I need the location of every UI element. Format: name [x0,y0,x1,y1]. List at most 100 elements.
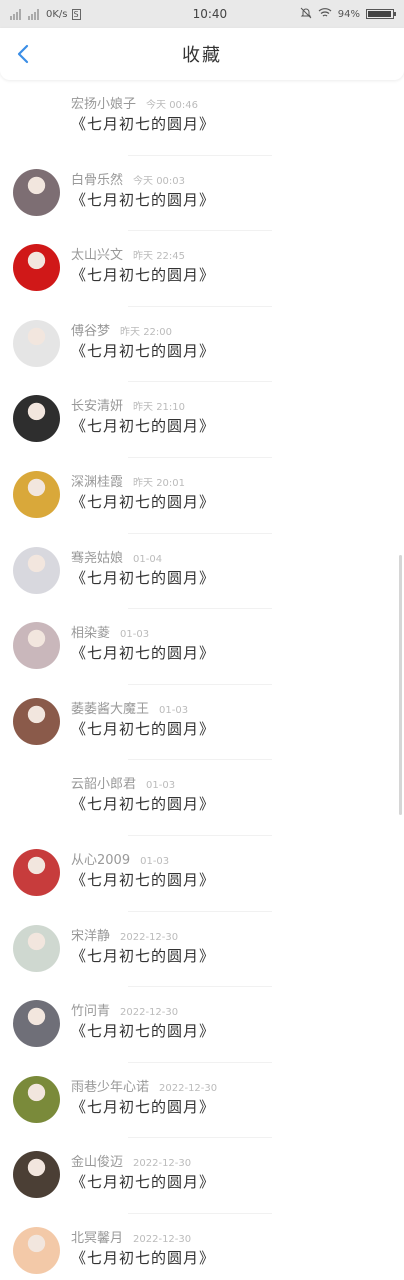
timestamp: 昨天 22:45 [133,251,186,263]
avatar[interactable] [13,93,60,140]
user-name[interactable]: 金山俊迈 [71,1155,123,1170]
timestamp: 2022-12-30 [133,1233,192,1245]
list-item[interactable]: 萎萎酱大魔王 01-03 《七月初七的圆月》 [0,685,404,761]
name-line: 宏扬小娘子 今天 00:46 [71,93,198,112]
page-title: 收藏 [182,45,222,66]
avatar[interactable] [13,773,60,820]
book-title[interactable]: 《七月初七的圆月》 [71,113,215,134]
name-line: 太山兴文 昨天 22:45 [71,244,185,263]
name-line: 白骨乐然 今天 00:03 [71,169,185,188]
list-item[interactable]: 云韶小郎君 01-03 《七月初七的圆月》 [0,760,404,836]
timestamp: 01-04 [133,553,163,565]
sim-badge: S [71,8,81,20]
book-title[interactable]: 《七月初七的圆月》 [71,1247,215,1268]
network-speed: 0K/s [46,8,68,20]
timestamp: 2022-12-30 [133,1158,192,1170]
avatar[interactable] [13,244,60,292]
user-name[interactable]: 雨巷少年心诺 [71,1080,149,1095]
status-right: 94% [300,7,396,22]
avatar[interactable] [13,319,60,367]
avatar[interactable] [13,395,60,443]
avatar[interactable] [13,1000,60,1048]
timestamp: 今天 00:46 [146,100,199,111]
user-name[interactable]: 宏扬小娘子 [71,97,136,112]
user-name[interactable]: 傅谷梦 [71,324,110,339]
book-title[interactable]: 《七月初七的圆月》 [71,1020,215,1041]
list-item[interactable]: 深渊桂霞 昨天 20:01 《七月初七的圆月》 [0,458,404,534]
book-title[interactable]: 《七月初七的圆月》 [71,642,215,663]
list-item[interactable]: 太山兴文 昨天 22:45 《七月初七的圆月》 [0,231,404,307]
book-title[interactable]: 《七月初七的圆月》 [71,340,215,361]
signal-icon-2 [28,8,39,20]
mute-icon [300,7,312,22]
timestamp: 01-03 [159,704,189,716]
book-title[interactable]: 《七月初七的圆月》 [71,945,215,966]
timestamp: 01-03 [146,780,176,792]
book-title[interactable]: 《七月初七的圆月》 [71,869,215,890]
book-title[interactable]: 《七月初七的圆月》 [71,415,215,436]
avatar[interactable] [13,168,60,216]
timestamp: 01-03 [140,855,170,867]
list-item[interactable]: 相染菱 01-03 《七月初七的圆月》 [0,609,404,685]
user-name[interactable]: 萎萎酱大魔王 [71,702,149,717]
avatar[interactable] [13,697,60,745]
name-line: 傅谷梦 昨天 22:00 [71,320,172,339]
name-line: 长安清妍 昨天 21:10 [71,395,185,414]
list-item[interactable]: 长安清妍 昨天 21:10 《七月初七的圆月》 [0,382,404,458]
timestamp: 2022-12-30 [120,931,179,943]
book-title[interactable]: 《七月初七的圆月》 [71,718,215,739]
list-item[interactable]: 宋洋静 2022-12-30 《七月初七的圆月》 [0,912,404,988]
user-name[interactable]: 北冥馨月 [71,1231,123,1246]
list-item[interactable]: 从心2009 01-03 《七月初七的圆月》 [0,836,404,912]
book-title[interactable]: 《七月初七的圆月》 [71,264,215,285]
avatar[interactable] [13,848,60,896]
avatar[interactable] [13,1226,60,1274]
user-name[interactable]: 从心2009 [71,853,130,868]
timestamp: 昨天 21:10 [133,402,186,414]
scrollbar[interactable] [399,555,402,815]
avatar[interactable] [13,470,60,518]
list-item[interactable]: 雨巷少年心诺 2022-12-30 《七月初七的圆月》 [0,1063,404,1139]
back-button[interactable] [12,42,36,66]
list-item[interactable]: 宏扬小娘子 今天 00:46 《七月初七的圆月》 [0,80,404,156]
name-line: 萎萎酱大魔王 01-03 [71,698,188,717]
book-title[interactable]: 《七月初七的圆月》 [71,491,215,512]
list-item[interactable]: 金山俊迈 2022-12-30 《七月初七的圆月》 [0,1138,404,1214]
avatar[interactable] [13,622,60,670]
user-name[interactable]: 长安清妍 [71,399,123,414]
timestamp: 01-03 [120,629,150,641]
name-line: 云韶小郎君 01-03 [71,773,175,792]
user-name[interactable]: 云韶小郎君 [71,777,136,792]
timestamp: 今天 00:03 [133,175,186,187]
status-time: 10:40 [192,7,228,21]
avatar[interactable] [13,924,60,972]
timestamp: 2022-12-30 [159,1082,218,1094]
battery-icon [366,9,396,19]
favorites-list: 宏扬小娘子 今天 00:46 《七月初七的圆月》 白骨乐然 今天 00:03 《七月初七的… [0,80,404,1280]
chevron-left-icon [17,44,29,64]
user-name[interactable]: 骞尧姑娘 [71,551,123,566]
list-item[interactable]: 白骨乐然 今天 00:03 《七月初七的圆月》 [0,156,404,232]
avatar[interactable] [13,1151,60,1199]
name-line: 雨巷少年心诺 2022-12-30 [71,1076,217,1095]
book-title[interactable]: 《七月初七的圆月》 [71,567,215,588]
name-line: 从心2009 01-03 [71,849,169,868]
avatar[interactable] [13,1075,60,1123]
user-name[interactable]: 太山兴文 [71,248,123,263]
book-title[interactable]: 《七月初七的圆月》 [71,189,215,210]
user-name[interactable]: 白骨乐然 [71,173,123,188]
list-item[interactable]: 骞尧姑娘 01-04 《七月初七的圆月》 [0,534,404,610]
name-line: 北冥馨月 2022-12-30 [71,1227,191,1246]
user-name[interactable]: 深渊桂霞 [71,475,123,490]
list-item[interactable]: 北冥馨月 2022-12-30 《七月初七的圆月》 [0,1214,404,1280]
user-name[interactable]: 相染菱 [71,626,110,641]
book-title[interactable]: 《七月初七的圆月》 [71,793,215,814]
avatar[interactable] [13,546,60,594]
book-title[interactable]: 《七月初七的圆月》 [71,1171,215,1192]
user-name[interactable]: 宋洋静 [71,929,110,944]
status-bar: 0K/s S 10:40 94% [0,0,404,28]
book-title[interactable]: 《七月初七的圆月》 [71,1096,215,1117]
list-item[interactable]: 竹问青 2022-12-30 《七月初七的圆月》 [0,987,404,1063]
user-name[interactable]: 竹问青 [71,1004,110,1019]
list-item[interactable]: 傅谷梦 昨天 22:00 《七月初七的圆月》 [0,307,404,383]
